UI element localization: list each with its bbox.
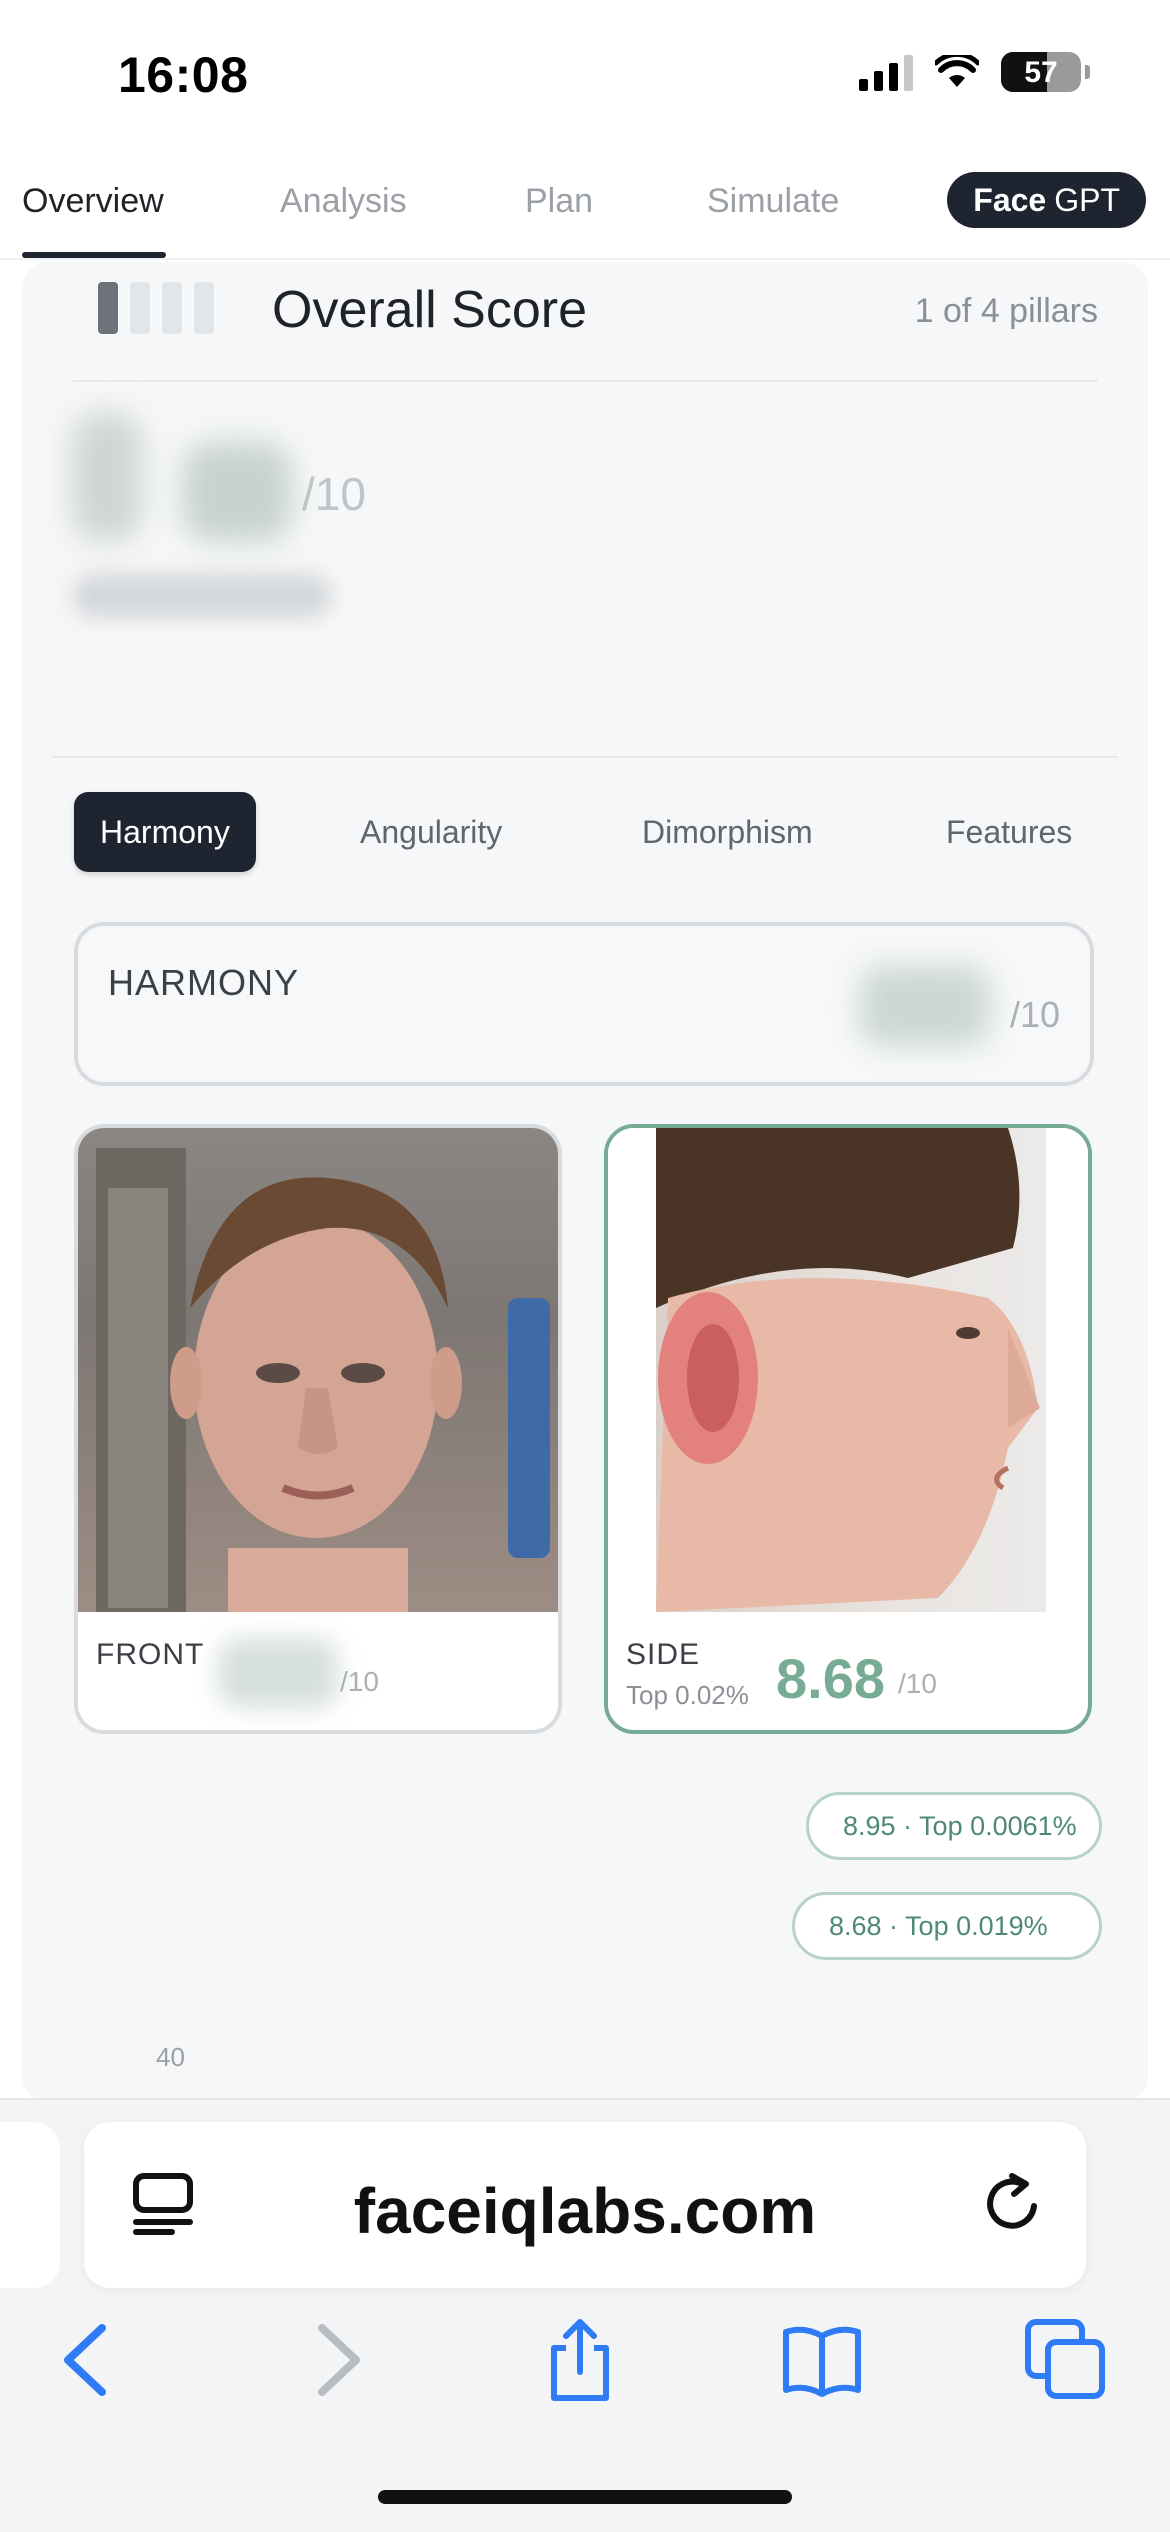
overall-score-blurred: [72, 412, 332, 562]
facegpt-label: GPT: [1054, 181, 1120, 218]
subtab-dimorphism[interactable]: Dimorphism: [642, 792, 813, 872]
side-label: SIDE: [626, 1638, 701, 1671]
pillars-progress-icon: [98, 282, 214, 334]
tab-analysis[interactable]: Analysis: [280, 182, 407, 221]
tabs-icon[interactable]: [1024, 2318, 1108, 2402]
status-icons: 57: [859, 52, 1090, 92]
facegpt-button[interactable]: Face GPT: [947, 172, 1146, 228]
front-score-blurred: [218, 1638, 338, 1708]
forward-icon[interactable]: [296, 2318, 380, 2402]
front-face-photo: [78, 1128, 558, 1612]
tab-overview[interactable]: Overview: [22, 182, 164, 221]
back-icon[interactable]: [44, 2318, 128, 2402]
battery-icon: 57: [1001, 52, 1081, 92]
harmony-out-of: /10: [1009, 994, 1060, 1035]
front-out-of: /10: [340, 1666, 379, 1697]
wifi-icon: [935, 55, 979, 87]
status-bar: 16:08 57: [0, 0, 1170, 150]
address-bar[interactable]: faceiqlabs.com: [84, 2122, 1086, 2288]
subtab-harmony[interactable]: Harmony: [74, 792, 256, 872]
tab-plan[interactable]: Plan: [525, 182, 593, 221]
harmony-label: HARMONY: [108, 962, 300, 1003]
home-indicator: [378, 2490, 792, 2504]
chart-marker-label-8-95: 8.95 · Top 0.0061%: [806, 1792, 1102, 1860]
bookmarks-icon[interactable]: [780, 2318, 864, 2402]
status-time: 16:08: [118, 47, 249, 103]
tab-simulate[interactable]: Simulate: [707, 182, 839, 221]
top-tab-bar: Overview Analysis Plan Simulate Face GPT: [0, 160, 1170, 260]
overall-score-title: Overall Score: [272, 281, 587, 339]
pillars-count: 1 of 4 pillars: [914, 292, 1098, 330]
cellular-signal-icon: [859, 53, 913, 91]
side-photo-card[interactable]: SIDE Top 0.02% 8.68 /10: [604, 1124, 1092, 1734]
side-face-photo: [608, 1128, 1088, 1612]
battery-level: 57: [1024, 56, 1058, 89]
side-out-of: /10: [898, 1668, 937, 1699]
overview-card: Overall Score 1 of 4 pillars /10 Harmony…: [22, 262, 1148, 2102]
previous-tab-preview[interactable]: [0, 2122, 60, 2288]
divider: [72, 380, 1098, 382]
chart-y-tick: 40: [156, 2042, 185, 2072]
subtab-features[interactable]: Features: [946, 792, 1072, 872]
url-text[interactable]: faceiqlabs.com: [84, 2174, 1086, 2248]
side-score: 8.68: [776, 1647, 885, 1710]
side-percentile: Top 0.02%: [626, 1680, 749, 1710]
overall-score-out-of: /10: [302, 468, 366, 520]
harmony-score-box: HARMONY /10: [74, 922, 1094, 1086]
battery-tip: [1085, 65, 1090, 79]
chart-marker-label-8-68: 8.68 · Top 0.019%: [792, 1892, 1102, 1960]
harmony-score-blurred: [860, 966, 990, 1046]
score-distribution-chart: 8.95 · Top 0.0061% 8.68 · Top 0.019% 40: [74, 1792, 1114, 2102]
divider: [52, 756, 1118, 758]
facegpt-label-bold: Face: [973, 181, 1047, 218]
chart-distribution-curve: [581, 2025, 652, 2102]
front-label: FRONT: [96, 1638, 205, 1671]
reload-icon[interactable]: [982, 2172, 1046, 2236]
active-tab-indicator: [22, 252, 166, 258]
share-icon[interactable]: [538, 2318, 622, 2402]
front-photo-card[interactable]: FRONT /10: [74, 1124, 562, 1734]
blurred-email: [72, 574, 332, 618]
subtab-angularity[interactable]: Angularity: [360, 792, 502, 872]
